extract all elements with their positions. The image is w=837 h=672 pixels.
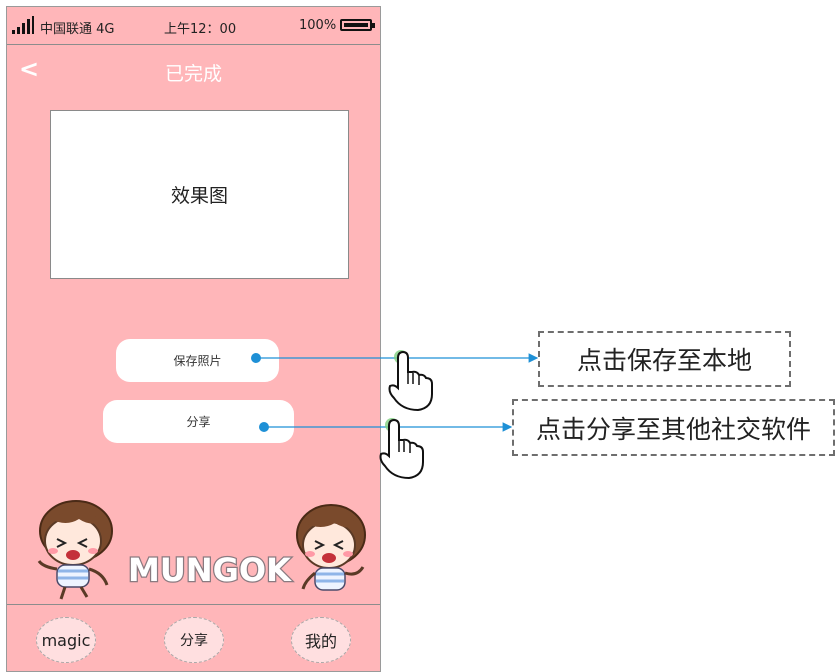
mascot-right-image	[296, 504, 366, 591]
battery-tip	[372, 23, 375, 28]
result-preview: 效果图	[50, 110, 349, 279]
share-annotation-text: 点击分享至其他社交软件	[535, 414, 811, 444]
mascot-left-image	[37, 500, 113, 600]
hand-cursor-icon	[388, 350, 433, 412]
phone-screen: 中国联通 4G 上午12：00 100% < 已完成 效果图 保存照片 分享 M…	[6, 6, 381, 672]
mungok-banner: MUNGOK	[37, 500, 366, 600]
tab-magic-label: magic	[41, 630, 91, 650]
tab-mine[interactable]: 我的	[291, 617, 351, 663]
result-preview-label: 效果图	[170, 185, 228, 207]
tab-share[interactable]: 分享	[164, 617, 224, 663]
mungok-logo: MUNGOK	[128, 551, 292, 589]
tab-mine-label: 我的	[304, 632, 337, 651]
share-label: 分享	[186, 415, 211, 429]
save-annotation-text: 点击保存至本地	[576, 346, 752, 375]
save-photo-button[interactable]: 保存照片	[116, 339, 279, 382]
status-time: 上午12：00	[164, 22, 237, 37]
signal-icon	[12, 16, 34, 34]
tab-magic[interactable]: magic	[36, 617, 96, 663]
carrier-label: 中国联通 4G	[40, 22, 115, 37]
battery-percent: 100%	[299, 18, 337, 33]
bottom-tab-bar: magic 分享 我的	[7, 604, 380, 671]
battery-icon	[340, 19, 372, 31]
save-photo-label: 保存照片	[173, 354, 222, 368]
save-annotation: 点击保存至本地	[538, 331, 791, 387]
share-button[interactable]: 分享	[103, 400, 294, 443]
tab-share-label: 分享	[180, 633, 208, 649]
hand-cursor-icon	[379, 418, 424, 480]
status-bar: 中国联通 4G 上午12：00 100%	[7, 7, 380, 45]
share-annotation: 点击分享至其他社交软件	[512, 399, 835, 456]
page-title: 已完成	[164, 63, 222, 85]
